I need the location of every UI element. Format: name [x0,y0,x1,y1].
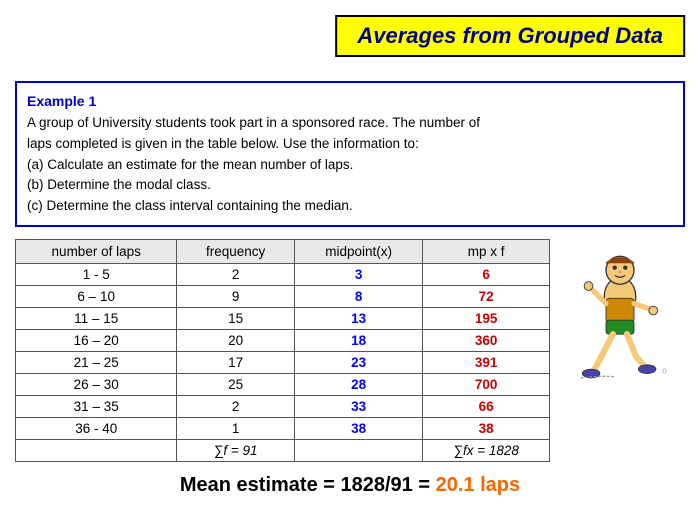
cell-mpf: 391 [423,352,550,374]
cell-mpf: 66 [423,396,550,418]
mean-value: 20.1 laps [436,474,521,496]
cell-laps: 36 - 40 [16,418,177,440]
sum-freq-empty2 [294,440,422,462]
cell-mid: 13 [294,308,422,330]
col-header-mpf: mp x f [423,240,550,264]
cell-laps: 31 – 35 [16,396,177,418]
cell-mid: 8 [294,286,422,308]
table-image-row: number of laps frequency midpoint(x) mp … [15,239,685,462]
example-text3: (a) Calculate an estimate for the mean n… [27,155,673,176]
sum-mpf: ∑fx = 1828 [423,440,550,462]
col-header-laps: number of laps [16,240,177,264]
cell-freq: 20 [177,330,294,352]
main-container: Averages from Grouped Data Example 1 A g… [0,0,700,525]
cell-freq: 15 [177,308,294,330]
example-text5: (c) Determine the class interval contain… [27,196,673,217]
table-row: 16 – 202018360 [16,330,550,352]
svg-text:o: o [662,366,667,376]
example-text1: A group of University students took part… [27,113,673,134]
page-title: Averages from Grouped Data [357,23,663,48]
col-header-mid: midpoint(x) [294,240,422,264]
runner-illustration: o [560,244,680,384]
cell-laps: 21 – 25 [16,352,177,374]
cell-freq: 2 [177,264,294,286]
table-row: 1 - 5236 [16,264,550,286]
table-row: 36 - 4013838 [16,418,550,440]
cell-freq: 1 [177,418,294,440]
mean-estimate: Mean estimate = 1828/91 = 20.1 laps [15,474,685,497]
runner-area: o [555,244,685,384]
cell-laps: 6 – 10 [16,286,177,308]
cell-mid: 28 [294,374,422,396]
example-text4: (b) Determine the modal class. [27,175,673,196]
table-row: 6 – 109872 [16,286,550,308]
example-label: Example 1 [27,91,673,113]
cell-mpf: 360 [423,330,550,352]
sum-freq: ∑f = 91 [177,440,294,462]
example-box: Example 1 A group of University students… [15,81,685,227]
cell-mid: 33 [294,396,422,418]
cell-mid: 18 [294,330,422,352]
table-row: 21 – 251723391 [16,352,550,374]
table-row: 26 – 302528700 [16,374,550,396]
cell-freq: 25 [177,374,294,396]
sum-freq-empty1 [16,440,177,462]
col-header-freq: frequency [177,240,294,264]
cell-laps: 1 - 5 [16,264,177,286]
cell-mid: 23 [294,352,422,374]
title-box: Averages from Grouped Data [335,15,685,57]
cell-mid: 38 [294,418,422,440]
example-text2: laps completed is given in the table bel… [27,134,673,155]
cell-mpf: 72 [423,286,550,308]
cell-laps: 11 – 15 [16,308,177,330]
table-row: 31 – 3523366 [16,396,550,418]
mean-prefix: Mean estimate = 1828/91 = [180,474,436,496]
cell-laps: 16 – 20 [16,330,177,352]
cell-laps: 26 – 30 [16,374,177,396]
cell-freq: 17 [177,352,294,374]
cell-mpf: 700 [423,374,550,396]
data-table: number of laps frequency midpoint(x) mp … [15,239,550,462]
table-row: 11 – 151513195 [16,308,550,330]
cell-mid: 3 [294,264,422,286]
cell-freq: 2 [177,396,294,418]
cell-mpf: 195 [423,308,550,330]
cell-freq: 9 [177,286,294,308]
cell-mpf: 6 [423,264,550,286]
cell-mpf: 38 [423,418,550,440]
